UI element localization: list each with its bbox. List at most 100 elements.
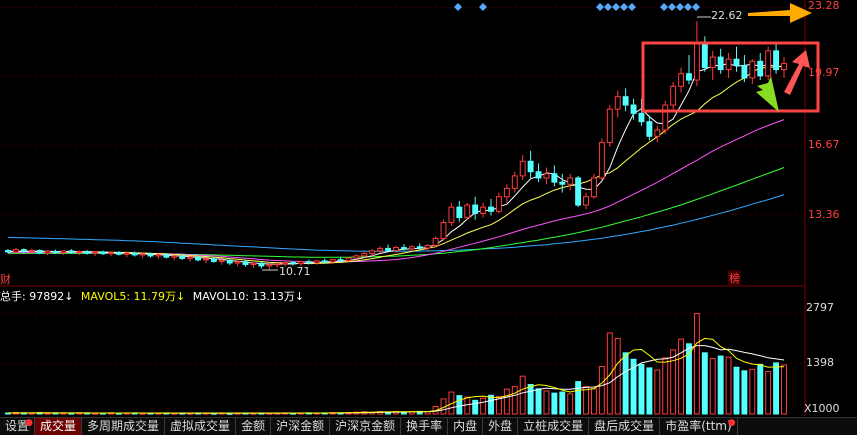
candle-body [709,56,716,69]
price-axis-label-3: 16.67 [808,138,840,151]
tab-label: 成交量 [40,419,77,433]
candle-body [107,252,114,255]
volume-bar [559,391,566,415]
candle-body [662,104,669,131]
tab-label: 多周期成交量 [87,419,160,433]
candle-body [195,256,201,261]
left-event-tag[interactable]: 财 [0,271,11,287]
tab-8[interactable]: 内盘 [448,418,484,435]
candle-body [654,129,661,137]
volume-bar [749,368,756,415]
candle-body [424,244,431,249]
candle-body [749,60,756,79]
price-axis-label-2: 19.97 [808,66,840,79]
candle-body [84,251,91,254]
tab-7[interactable]: 换手率 [401,418,449,435]
volume-bar [757,363,764,415]
candle-body [250,262,257,265]
volume-bar [519,375,526,415]
candle-body [171,255,178,258]
candle [464,202,471,220]
tab-5[interactable]: 沪深金额 [271,418,331,435]
candle-body [456,206,463,219]
candle-body [448,206,455,224]
ranking-tag[interactable]: 榜 [728,270,741,286]
tab-2[interactable]: 多周期成交量 [82,418,166,435]
volume-bar [535,388,542,415]
tab-label: 立桩成交量 [523,419,584,433]
candle-body [298,261,304,265]
candle-body [20,249,27,252]
tab-9[interactable]: 外盘 [483,418,519,435]
candle [598,138,605,181]
tab-indicator-dot: ● [25,418,34,428]
tab-4[interactable]: 金额 [236,418,272,435]
volume-bar [591,388,597,415]
candle [432,236,439,248]
candle-body [52,250,59,254]
candle-body [179,255,186,259]
candle-body [131,252,138,256]
tab-11[interactable]: 盘后成交量 [589,418,661,435]
volume-bar [646,367,653,415]
tab-label: 虚拟成交量 [170,419,231,433]
candle-body [583,196,589,206]
low-price-label: 10.71 [279,265,311,278]
candle [662,100,669,135]
candle-body [598,142,605,179]
candle-body [226,259,233,264]
candle-body [400,247,407,250]
tab-0[interactable]: 设置 ● [0,418,36,435]
volume-bar [781,364,787,415]
tab-3[interactable]: 虚拟成交量 [165,418,237,435]
volume-bar [662,357,669,415]
candle-body [36,249,43,254]
tab-label: 沪深京金额 [335,419,396,433]
candle-body [234,261,241,264]
candle-body [527,160,534,173]
candle-body [781,62,787,71]
candle-body [480,206,487,214]
candle-body [551,173,558,183]
volume-bar [575,381,582,415]
volume-bar [598,365,605,415]
candle-body [187,256,194,259]
tab-1[interactable]: 成交量 [35,418,83,435]
candle-body [472,204,479,214]
candle-body [393,247,399,251]
candle-body [321,260,328,263]
candle-body [361,252,368,257]
tab-12[interactable]: 市盈率(ttm) ● [660,418,738,435]
tab-10[interactable]: 立桩成交量 [518,418,590,435]
candle-body [337,259,344,262]
candle-body [210,258,217,262]
candle-body [638,112,645,123]
volume-bar [543,390,550,415]
candle-body [678,73,685,87]
tab-label: 换手率 [406,419,443,433]
mavol5-label: MAVOL5: 11.79万↓ [80,290,186,303]
candle-body [115,252,122,255]
stock-chart[interactable] [0,0,857,434]
candle-body [488,206,494,212]
volume-bar [488,394,494,415]
candle-body [377,247,384,252]
candle-body [646,121,653,137]
candle-body [76,251,83,254]
volume-bar [606,332,613,415]
candle-body [519,160,526,177]
candle [591,173,597,199]
volume-bar [456,395,463,415]
candle-body [511,175,518,189]
candle-body [670,85,677,106]
candle [606,105,613,147]
volume-bar [622,352,629,415]
candle-body [614,96,621,110]
volume-bar [567,393,574,415]
candle-body [353,255,360,259]
candle-body [139,253,146,256]
candle-body [218,259,225,262]
tab-6[interactable]: 沪深京金额 [330,418,402,435]
candle-body [408,246,415,250]
tab-indicator-dot: ● [727,418,736,428]
